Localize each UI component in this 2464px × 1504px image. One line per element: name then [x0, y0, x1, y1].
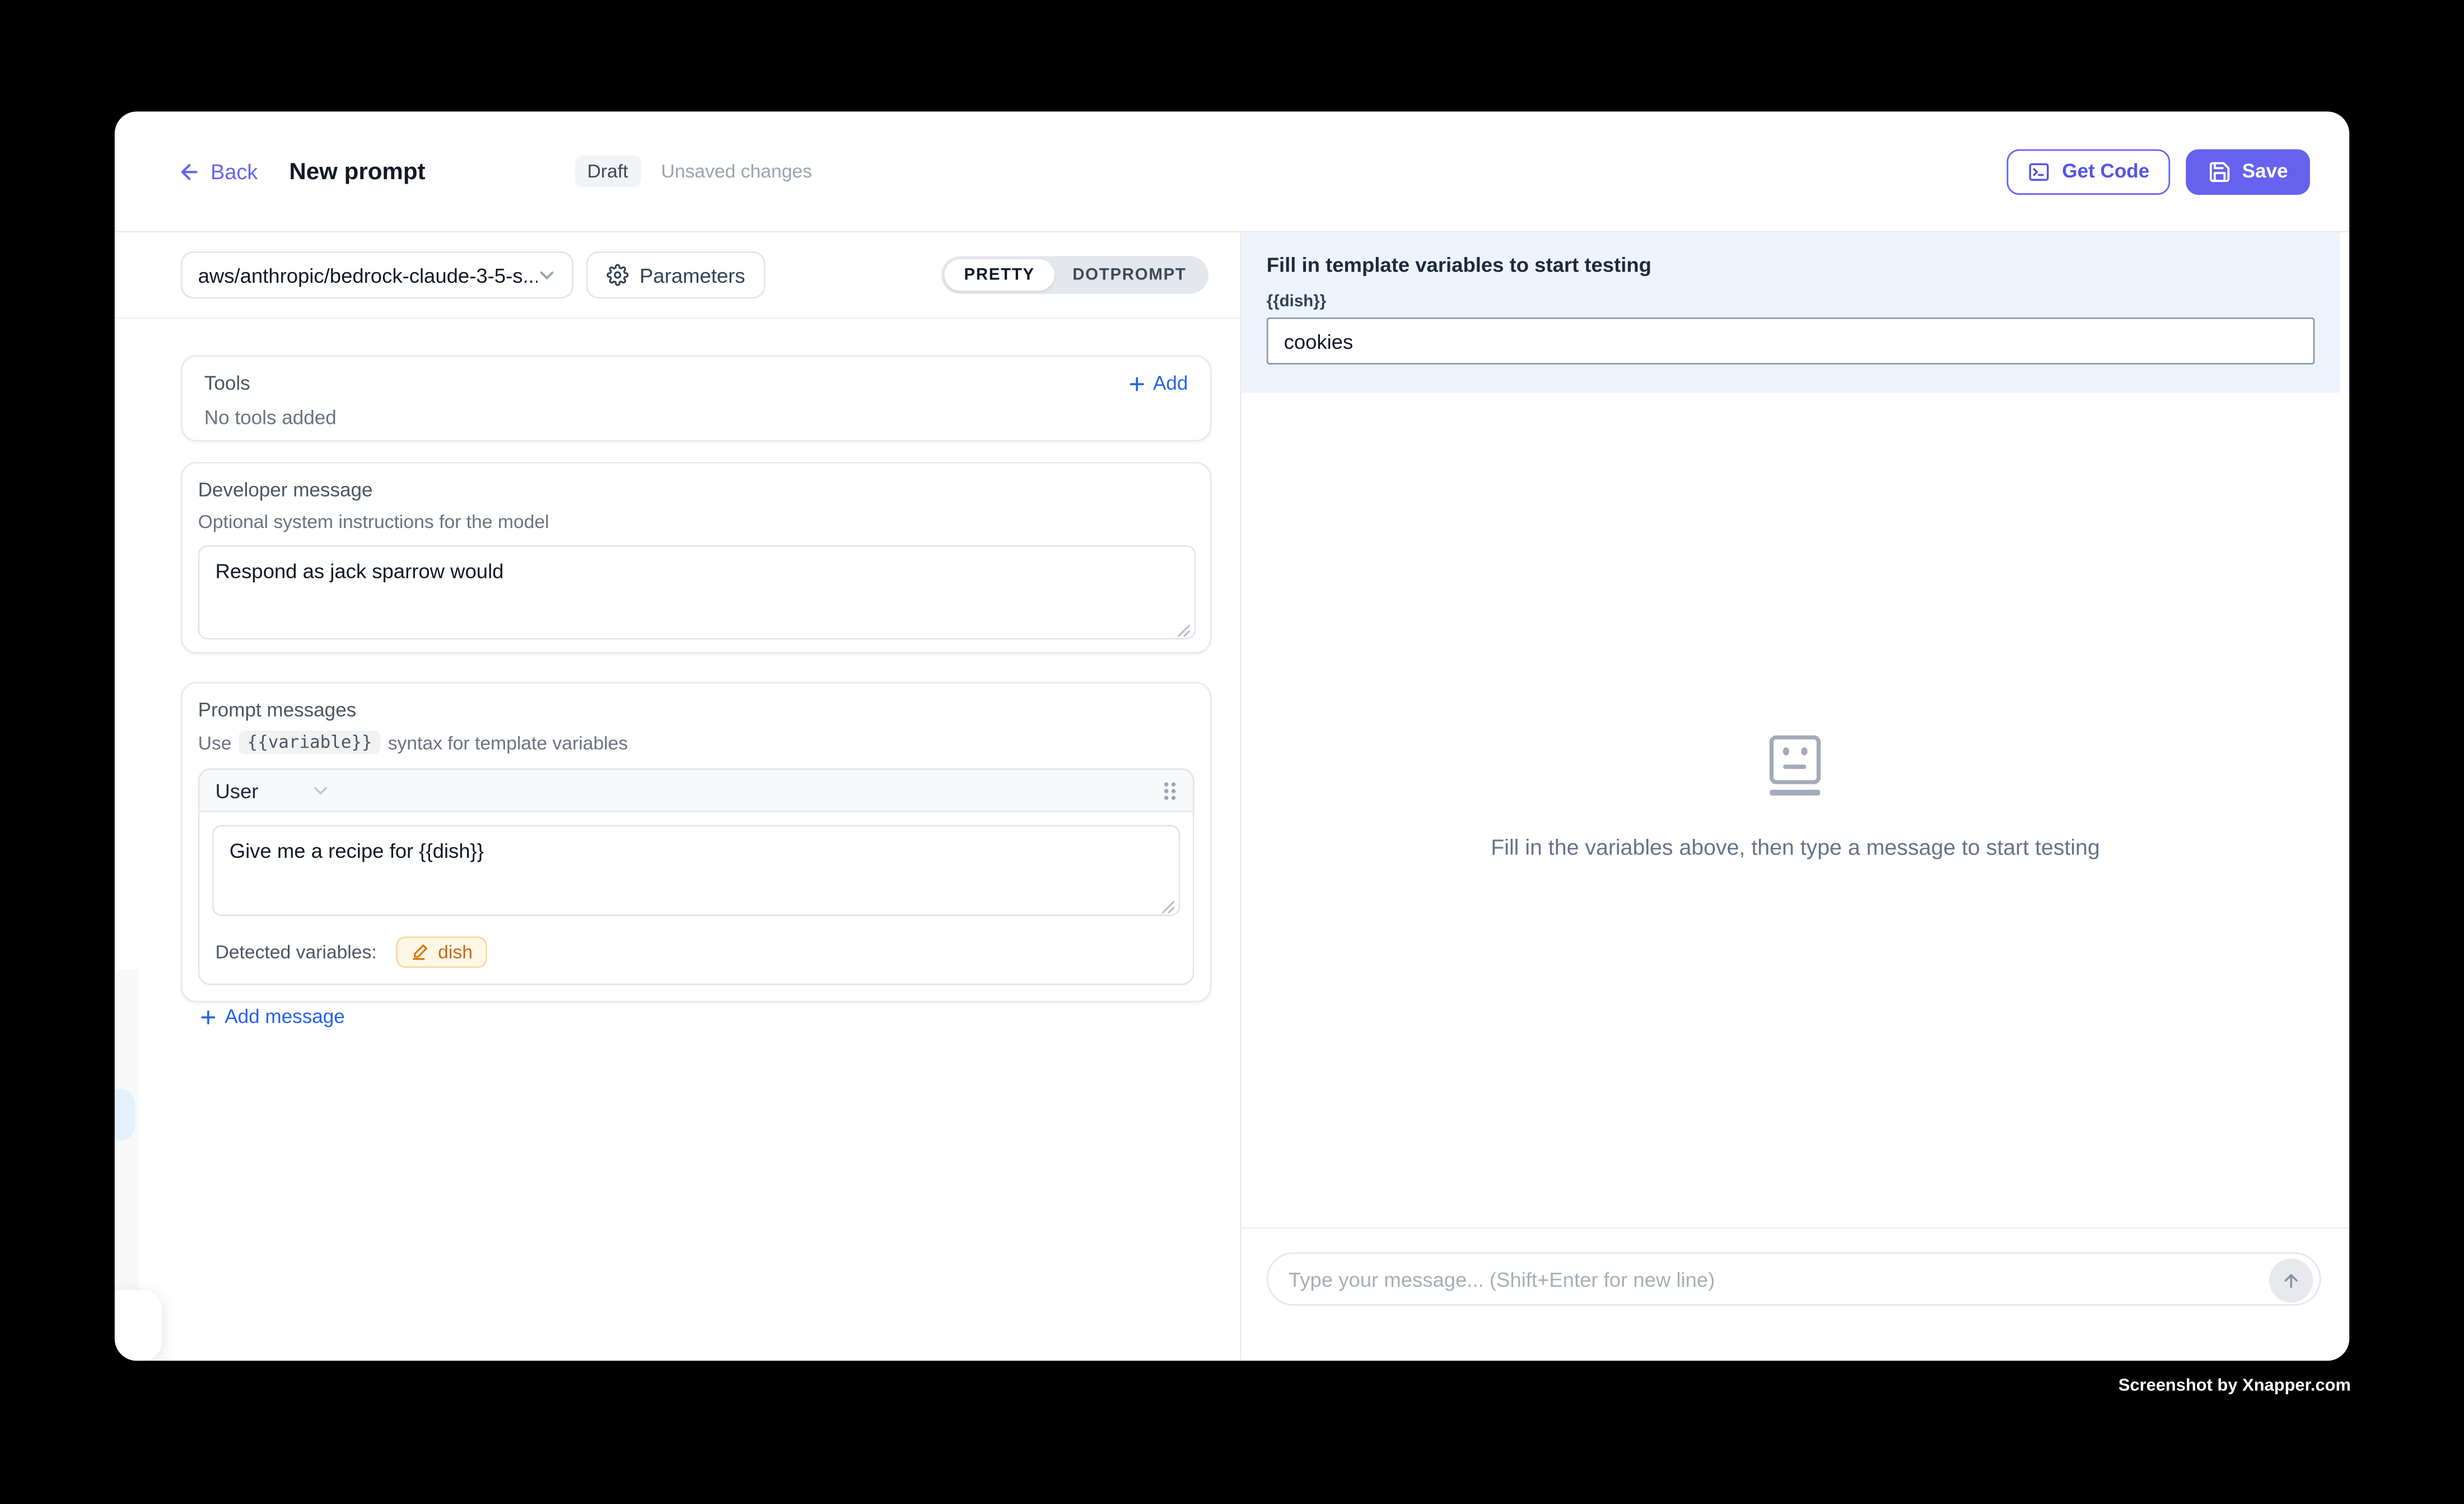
editor-cards: Tools Add No tools added Devel	[115, 319, 1240, 1003]
app-window: Back New prompt Draft Unsaved changes Ge…	[115, 111, 2349, 1361]
message-body: Give me a recipe for {{dish}} Detected v…	[199, 812, 1192, 984]
composer-box	[1267, 1252, 2321, 1305]
model-selector[interactable]: aws/anthropic/bedrock-claude-3-5-s...	[181, 251, 574, 298]
message-block: User Give me a recipe for {{d	[198, 768, 1194, 985]
send-button[interactable]	[2269, 1259, 2313, 1303]
role-selector[interactable]: User	[215, 778, 258, 802]
robot-face-icon	[1770, 735, 1822, 796]
tools-title: Tools	[204, 372, 250, 394]
parameters-label: Parameters	[640, 263, 745, 287]
tester-title: Fill in template variables to start test…	[1267, 253, 2315, 277]
prompt-messages-card: Prompt messages Use {{variable}} syntax …	[181, 682, 1212, 1002]
back-button[interactable]: Back	[178, 160, 258, 183]
variable-syntax-hint: Use {{variable}} syntax for template var…	[198, 731, 1194, 754]
add-tool-button[interactable]: Add	[1126, 372, 1188, 394]
chevron-down-icon	[538, 265, 557, 284]
variable-key-label: {{dish}}	[1267, 292, 2315, 311]
add-message-label: Add message	[225, 1006, 344, 1027]
floppy-disk-icon	[2208, 160, 2231, 183]
arrow-left-icon	[178, 160, 201, 183]
empty-state-text: Fill in the variables above, then type a…	[1491, 834, 2100, 860]
gear-icon	[606, 264, 628, 286]
main-split: aws/anthropic/bedrock-claude-3-5-s... Pa…	[115, 232, 2349, 1361]
page-title: New prompt	[289, 158, 425, 185]
hint-suffix: syntax for template variables	[388, 731, 628, 753]
save-label: Save	[2242, 160, 2288, 182]
hint-prefix: Use	[198, 731, 232, 753]
message-header: User	[199, 770, 1192, 812]
variable-badge-label: dish	[438, 941, 473, 963]
header: Back New prompt Draft Unsaved changes Ge…	[115, 111, 2349, 232]
header-actions: Get Code Save	[2007, 148, 2310, 194]
prompt-messages-title: Prompt messages	[198, 699, 1194, 721]
developer-message-title: Developer message	[198, 479, 1196, 501]
back-label: Back	[211, 160, 258, 183]
pencil-line-icon	[410, 943, 429, 962]
variable-syntax-code: {{variable}}	[239, 731, 380, 754]
tester-panel: Fill in template variables to start test…	[1242, 232, 2349, 1361]
drag-handle-icon[interactable]	[1163, 780, 1177, 800]
model-row: aws/anthropic/bedrock-claude-3-5-s... Pa…	[115, 232, 1240, 317]
terminal-window-icon	[2028, 160, 2051, 183]
developer-message-card: Developer message Optional system instru…	[181, 462, 1212, 653]
plus-icon	[1126, 373, 1146, 393]
variable-badge[interactable]: dish	[395, 936, 487, 968]
model-selector-value: aws/anthropic/bedrock-claude-3-5-s...	[198, 263, 538, 287]
user-message-textarea[interactable]: Give me a recipe for {{dish}}	[212, 825, 1180, 916]
toggle-option-dotprompt[interactable]: DOTPROMPT	[1054, 259, 1206, 291]
parameters-button[interactable]: Parameters	[586, 251, 766, 298]
plus-icon	[198, 1006, 218, 1026]
tools-empty-text: No tools added	[204, 407, 1188, 429]
tools-card: Tools Add No tools added	[181, 355, 1212, 441]
add-message-button[interactable]: Add message	[198, 1006, 1194, 1027]
developer-message-textarea[interactable]: Respond as jack sparrow would	[198, 545, 1196, 639]
developer-message-subtitle: Optional system instructions for the mod…	[198, 511, 1196, 533]
format-toggle: PRETTY DOTPROMPT	[942, 256, 1208, 293]
toggle-option-pretty[interactable]: PRETTY	[945, 259, 1054, 291]
cut-off-popover-card	[115, 1290, 162, 1361]
add-tool-label: Add	[1153, 372, 1188, 394]
detected-variables-row: Detected variables: dish	[212, 936, 1180, 971]
prompt-editor-panel: aws/anthropic/bedrock-claude-3-5-s... Pa…	[115, 232, 1242, 1361]
get-code-label: Get Code	[2062, 160, 2149, 182]
unsaved-changes-text: Unsaved changes	[661, 160, 813, 182]
chevron-down-icon[interactable]	[312, 781, 331, 800]
composer-area	[1242, 1227, 2349, 1361]
save-button[interactable]: Save	[2186, 148, 2310, 194]
watermark-text: Screenshot by Xnapper.com	[2118, 1376, 2351, 1395]
variable-value-input[interactable]	[1267, 317, 2315, 365]
cut-off-sidebar-active-item[interactable]	[115, 1089, 135, 1141]
chat-message-input[interactable]	[1268, 1254, 2320, 1304]
chat-empty-area: Fill in the variables above, then type a…	[1242, 380, 2349, 1215]
status-badge: Draft	[575, 156, 641, 187]
detected-variables-label: Detected variables:	[215, 941, 376, 963]
get-code-button[interactable]: Get Code	[2007, 148, 2170, 194]
template-variables-panel: Fill in template variables to start test…	[1242, 232, 2340, 393]
screenshot-stage: Back New prompt Draft Unsaved changes Ge…	[0, 0, 2464, 1503]
arrow-up-icon	[2280, 1269, 2302, 1291]
